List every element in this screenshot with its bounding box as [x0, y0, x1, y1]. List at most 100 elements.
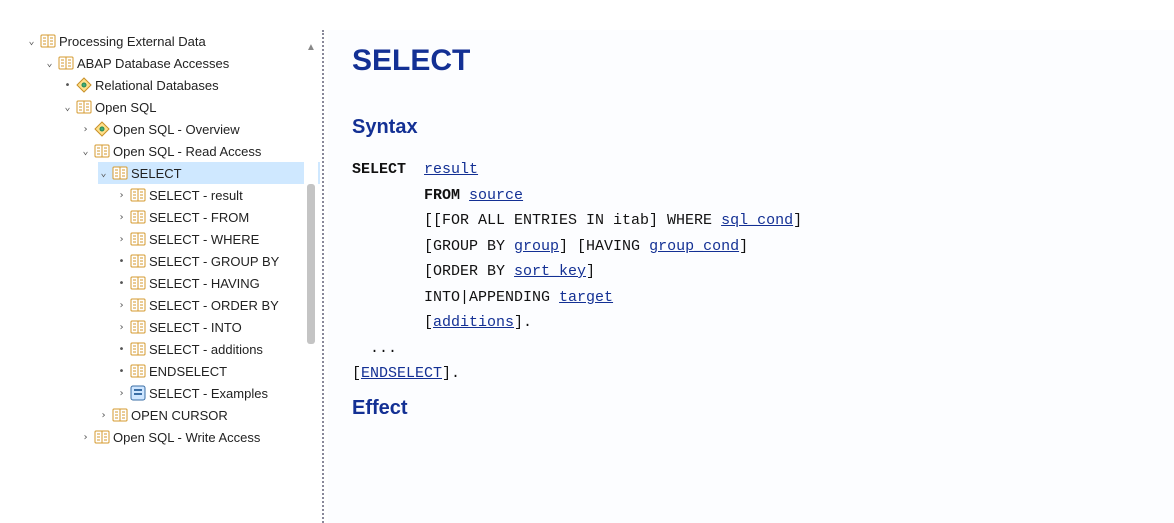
- diagram-icon: [94, 121, 110, 137]
- book-icon: [130, 187, 146, 203]
- text: ].: [514, 314, 532, 331]
- bullet-icon: •: [116, 344, 127, 355]
- text: ].: [442, 365, 460, 382]
- tree-label: Open SQL - Write Access: [113, 430, 260, 445]
- bullet-icon: •: [116, 256, 127, 267]
- tree-item-endselect[interactable]: • ENDSELECT: [116, 360, 320, 382]
- text: ]: [793, 212, 802, 229]
- chevron-right-icon: ›: [116, 212, 127, 223]
- tree-item-open-sql-read-access[interactable]: ⌄ Open SQL - Read Access: [80, 140, 320, 162]
- tree-item-open-sql-overview[interactable]: › Open SQL - Overview: [80, 118, 320, 140]
- text: [: [352, 365, 361, 382]
- link-result[interactable]: result: [424, 161, 478, 178]
- tree-item-select-additions[interactable]: • SELECT - additions: [116, 338, 320, 360]
- tree-item-relational-databases[interactable]: • Relational Databases: [62, 74, 320, 96]
- text: [ORDER BY: [424, 263, 514, 280]
- tree-item-open-cursor[interactable]: › OPEN CURSOR: [98, 404, 320, 426]
- link-target[interactable]: target: [559, 289, 613, 306]
- tree-label: SELECT - INTO: [149, 320, 242, 335]
- book-icon: [130, 319, 146, 335]
- tree-item-select-examples[interactable]: › SELECT - Examples: [116, 382, 320, 404]
- text: ]: [586, 263, 595, 280]
- tree-label: ABAP Database Accesses: [77, 56, 229, 71]
- chevron-right-icon: ›: [116, 234, 127, 245]
- tree-scrollbar[interactable]: ▲ ▼: [304, 40, 318, 500]
- text: [: [424, 314, 433, 331]
- tree-item-open-sql-write-access[interactable]: › Open SQL - Write Access: [80, 426, 320, 448]
- text: [[FOR ALL ENTRIES IN itab] WHERE: [424, 212, 721, 229]
- tree-label: Relational Databases: [95, 78, 219, 93]
- tree-label: SELECT - HAVING: [149, 276, 260, 291]
- pane-separator[interactable]: [320, 30, 328, 523]
- content-pane: SELECT Syntax SELECT result FROM source …: [328, 30, 1174, 523]
- chevron-down-icon: ⌄: [62, 102, 73, 113]
- tree-label: SELECT - GROUP BY: [149, 254, 279, 269]
- link-sort-key[interactable]: sort_key: [514, 263, 586, 280]
- tree-label: Open SQL - Read Access: [113, 144, 261, 159]
- text: [GROUP BY: [424, 238, 514, 255]
- chevron-right-icon: ›: [80, 124, 91, 135]
- chevron-right-icon: ›: [116, 388, 127, 399]
- syntax-block: SELECT result FROM source [[FOR ALL ENTR…: [352, 157, 1150, 387]
- tree-item-open-sql[interactable]: ⌄ Open SQL: [62, 96, 320, 118]
- tree-item-select-group-by[interactable]: • SELECT - GROUP BY: [116, 250, 320, 272]
- link-endselect[interactable]: ENDSELECT: [361, 365, 442, 382]
- tree-item-select-order-by[interactable]: › SELECT - ORDER BY: [116, 294, 320, 316]
- link-additions[interactable]: additions: [433, 314, 514, 331]
- scroll-up-icon[interactable]: ▲: [304, 40, 318, 54]
- text: ] [HAVING: [559, 238, 649, 255]
- tree-item-select-into[interactable]: › SELECT - INTO: [116, 316, 320, 338]
- tree-label: OPEN CURSOR: [131, 408, 228, 423]
- book-icon: [94, 143, 110, 159]
- text: INTO|APPENDING: [424, 289, 559, 306]
- chevron-down-icon: ⌄: [26, 36, 37, 47]
- chevron-right-icon: ›: [98, 410, 109, 421]
- scroll-thumb[interactable]: [307, 184, 315, 344]
- book-icon: [130, 363, 146, 379]
- chevron-right-icon: ›: [116, 322, 127, 333]
- tree-label: SELECT - Examples: [149, 386, 268, 401]
- tree-label: SELECT - WHERE: [149, 232, 259, 247]
- tree-item-select-result[interactable]: ›SELECT - result: [116, 184, 320, 206]
- link-sql-cond[interactable]: sql_cond: [721, 212, 793, 229]
- syntax-heading: Syntax: [352, 116, 1150, 139]
- tree-item-abap-db-accesses[interactable]: ⌄ ABAP Database Accesses: [44, 52, 320, 74]
- text: ]: [739, 238, 748, 255]
- chevron-down-icon: ⌄: [98, 168, 109, 179]
- book-icon: [76, 99, 92, 115]
- tree-label: ENDSELECT: [149, 364, 227, 379]
- tree-label: SELECT - FROM: [149, 210, 249, 225]
- effect-heading: Effect: [352, 397, 1150, 420]
- page-title: SELECT: [352, 44, 1150, 78]
- book-icon: [130, 341, 146, 357]
- kw-from: FROM: [424, 187, 460, 204]
- tree-item-select-having[interactable]: • SELECT - HAVING: [116, 272, 320, 294]
- bullet-icon: •: [116, 366, 127, 377]
- book-icon: [40, 33, 56, 49]
- tree-label: SELECT - result: [149, 188, 243, 203]
- link-group[interactable]: group: [514, 238, 559, 255]
- bullet-icon: •: [116, 278, 127, 289]
- book-icon: [112, 407, 128, 423]
- tree-item-processing-external-data[interactable]: ⌄ Processing External Data: [26, 30, 320, 52]
- book-icon: [130, 209, 146, 225]
- tree-label: SELECT - ORDER BY: [149, 298, 279, 313]
- book-icon: [130, 297, 146, 313]
- book-icon: [94, 429, 110, 445]
- tree-label: Open SQL: [95, 100, 156, 115]
- tree-label: SELECT - additions: [149, 342, 263, 357]
- chevron-right-icon: ›: [80, 432, 91, 443]
- chevron-right-icon: ›: [116, 300, 127, 311]
- example-icon: [130, 385, 146, 401]
- tree-label: Open SQL - Overview: [113, 122, 240, 137]
- tree-item-select-where[interactable]: › SELECT - WHERE: [116, 228, 320, 250]
- link-source[interactable]: source: [469, 187, 523, 204]
- tree-item-select[interactable]: ⌄ SELECT: [98, 162, 320, 184]
- kw-select: SELECT: [352, 161, 406, 178]
- chevron-down-icon: ⌄: [80, 146, 91, 157]
- book-icon: [58, 55, 74, 71]
- scroll-track[interactable]: [304, 184, 318, 523]
- book-icon: [112, 165, 128, 181]
- tree-item-select-from[interactable]: › SELECT - FROM: [116, 206, 320, 228]
- link-group-cond[interactable]: group_cond: [649, 238, 739, 255]
